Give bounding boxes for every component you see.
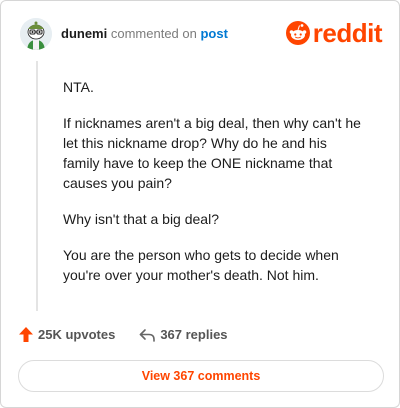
reddit-wordmark: reddit	[312, 18, 383, 48]
upvote-arrow-icon	[19, 327, 33, 342]
comment-paragraph: If nicknames aren't a big deal, then why…	[63, 115, 361, 191]
comment-header: dunemi commented on post	[61, 26, 228, 41]
comment-body: NTA. If nicknames aren't a big deal, the…	[63, 77, 363, 301]
reply-button[interactable]: 367 replies	[139, 327, 228, 342]
username-link[interactable]: dunemi	[61, 26, 107, 41]
comment-card: dunemi commented on post reddit NTA. If …	[0, 0, 400, 408]
comment-actions: 25K upvotes 367 replies	[19, 327, 228, 342]
reply-count: 367 replies	[160, 327, 228, 342]
upvote-count: 25K upvotes	[38, 327, 116, 342]
post-link[interactable]: post	[200, 26, 227, 41]
comment-paragraph: Why isn't that a big deal?	[63, 211, 219, 227]
comment-paragraph: NTA.	[63, 79, 94, 95]
reddit-logo[interactable]: reddit	[285, 17, 383, 49]
snoo-avatar-icon	[20, 18, 52, 50]
upvote-button[interactable]: 25K upvotes	[19, 327, 115, 342]
reply-arrow-icon	[140, 328, 156, 342]
commented-on-text: commented on	[110, 26, 197, 41]
reddit-snoo-logo-icon	[285, 21, 310, 45]
view-comments-button[interactable]: View 367 comments	[18, 360, 384, 392]
comment-paragraph: You are the person who gets to decide wh…	[63, 247, 339, 283]
user-avatar[interactable]	[20, 18, 52, 50]
thread-line[interactable]	[36, 61, 38, 311]
